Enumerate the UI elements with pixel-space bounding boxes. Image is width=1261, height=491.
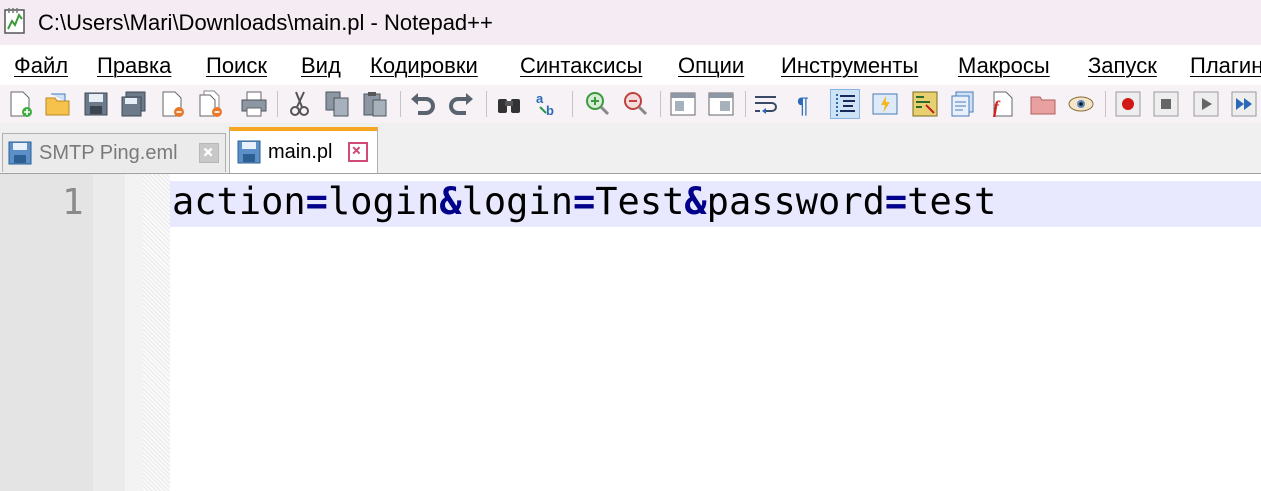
line-number: 1: [62, 182, 84, 223]
toolbar-separator: [400, 91, 401, 117]
window-title: C:\Users\Mari\Downloads\main.pl - Notepa…: [38, 10, 493, 35]
menu-run[interactable]: Запуск: [1088, 53, 1157, 79]
folder-as-workspace-icon[interactable]: [1028, 89, 1058, 119]
notepadplusplus-app-icon: [4, 8, 25, 34]
editor-area[interactable]: 1 action=login&login=Test&password=test: [0, 174, 1261, 491]
record-macro-icon[interactable]: [1113, 89, 1143, 119]
identifier-token: test: [907, 180, 997, 223]
find-icon[interactable]: [494, 89, 524, 119]
svg-text:b: b: [546, 103, 554, 118]
symbol-margin: [93, 174, 125, 491]
user-defined-language-icon[interactable]: [870, 89, 900, 119]
word-wrap-icon[interactable]: [752, 89, 782, 119]
stop-record-icon[interactable]: [1151, 89, 1181, 119]
save-all-icon[interactable]: [119, 89, 149, 119]
sync-vertical-icon[interactable]: [668, 89, 698, 119]
monitoring-icon[interactable]: [1066, 89, 1096, 119]
save-icon[interactable]: [81, 89, 111, 119]
identifier-token: action: [172, 180, 306, 223]
menu-view[interactable]: Вид: [301, 53, 341, 79]
tab-main-pl[interactable]: main.pl: [229, 127, 378, 173]
menu-encoding[interactable]: Кодировки: [370, 53, 478, 79]
toolbar-separator: [572, 91, 573, 117]
menu-settings[interactable]: Опции: [678, 53, 744, 79]
paste-icon[interactable]: [360, 89, 390, 119]
close-tab-icon[interactable]: [199, 143, 219, 163]
toolbar-separator: [1105, 91, 1106, 117]
menu-macro[interactable]: Макросы: [958, 53, 1050, 79]
identifier-token: login: [461, 180, 573, 223]
toolbar-separator: [486, 91, 487, 117]
cut-icon[interactable]: [284, 89, 314, 119]
indent-guide-icon[interactable]: [830, 89, 860, 119]
operator-token: =: [305, 180, 328, 223]
close-all-icon[interactable]: [195, 89, 225, 119]
undo-icon[interactable]: [408, 89, 438, 119]
operator-token: &: [684, 180, 707, 223]
close-icon[interactable]: [157, 89, 187, 119]
menu-file[interactable]: Файл: [14, 53, 68, 79]
run-macro-multiple-icon[interactable]: [1229, 89, 1259, 119]
tab-smtp-ping[interactable]: SMTP Ping.eml: [2, 133, 226, 172]
menu-plugins[interactable]: Плагины: [1190, 53, 1261, 79]
svg-text:a: a: [536, 91, 544, 106]
tab-label: main.pl: [268, 141, 333, 163]
toolbar-separator: [277, 91, 278, 117]
code-line[interactable]: action=login&login=Test&password=test: [172, 180, 996, 223]
toolbar-separator: [745, 91, 746, 117]
toolbar: ab ¶ f: [0, 85, 1261, 124]
svg-text:¶: ¶: [797, 93, 809, 118]
fold-margin-hatch: [143, 174, 170, 491]
identifier-token: Test: [595, 180, 685, 223]
redo-icon[interactable]: [446, 89, 476, 119]
zoom-out-icon[interactable]: [620, 89, 650, 119]
operator-token: &: [439, 180, 462, 223]
operator-token: =: [884, 180, 908, 223]
document-list-icon[interactable]: [948, 89, 978, 119]
menu-language[interactable]: Синтаксисы: [520, 53, 642, 79]
saved-file-icon: [237, 140, 261, 164]
menu-tools[interactable]: Инструменты: [781, 53, 918, 79]
zoom-in-icon[interactable]: [582, 89, 612, 119]
document-map-icon[interactable]: [910, 89, 940, 119]
toolbar-separator: [660, 91, 661, 117]
copy-icon[interactable]: [322, 89, 352, 119]
replace-icon[interactable]: ab: [532, 89, 562, 119]
title-bar: C:\Users\Mari\Downloads\main.pl - Notepa…: [0, 0, 1261, 45]
menu-search[interactable]: Поиск: [206, 53, 267, 79]
new-file-icon[interactable]: [5, 89, 35, 119]
open-file-icon[interactable]: [43, 89, 73, 119]
close-tab-icon[interactable]: [348, 142, 368, 162]
tab-bar: SMTP Ping.eml main.pl: [0, 123, 1261, 174]
menu-bar: Файл Правка Поиск Вид Кодировки Синтакси…: [0, 45, 1261, 85]
identifier-token: login: [327, 180, 440, 223]
menu-edit[interactable]: Правка: [97, 53, 171, 79]
fold-margin[interactable]: [125, 174, 143, 491]
operator-token: =: [573, 180, 596, 223]
show-all-characters-icon[interactable]: ¶: [790, 89, 820, 119]
identifier-token: password: [706, 180, 885, 223]
saved-file-icon: [8, 141, 32, 165]
print-icon[interactable]: [239, 89, 269, 119]
tab-label: SMTP Ping.eml: [39, 142, 178, 164]
playback-macro-icon[interactable]: [1191, 89, 1221, 119]
function-list-icon[interactable]: f: [988, 89, 1018, 119]
sync-horizontal-icon[interactable]: [706, 89, 736, 119]
